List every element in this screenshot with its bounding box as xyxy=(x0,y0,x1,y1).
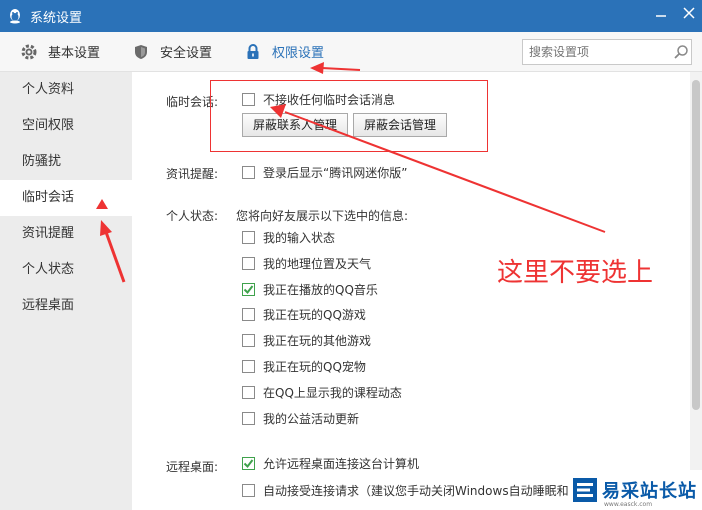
lock-icon xyxy=(247,43,259,59)
checkbox-row[interactable]: 在QQ上显示我的课程动态 xyxy=(242,381,402,403)
checkbox-label: 我的输入状态 xyxy=(263,230,336,245)
tab-permission-settings[interactable]: 权限设置 xyxy=(224,32,336,72)
checkbox-row[interactable]: 我正在玩的其他游戏 xyxy=(242,329,371,351)
checkbox-row[interactable]: 登录后显示“腾讯网迷你版” xyxy=(242,161,407,183)
tab-security-settings[interactable]: 安全设置 xyxy=(112,32,224,72)
gear-icon xyxy=(21,44,37,59)
checkbox-label: 在QQ上显示我的课程动态 xyxy=(263,385,402,400)
checkbox-row[interactable]: 我的公益活动更新 xyxy=(242,407,359,429)
checkbox-row[interactable]: 我正在玩的QQ宠物 xyxy=(242,355,366,377)
search-icon[interactable] xyxy=(673,44,689,60)
vertical-scrollbar[interactable] xyxy=(690,72,702,510)
checkbox[interactable] xyxy=(242,307,255,321)
checkbox-label: 我正在玩的QQ游戏 xyxy=(263,307,366,322)
checkbox-label: 我正在玩的QQ宠物 xyxy=(263,359,366,374)
search-input[interactable] xyxy=(529,45,669,59)
tab-basic-settings[interactable]: 基本设置 xyxy=(0,32,112,72)
window-title: 系统设置 xyxy=(30,10,83,26)
checkbox[interactable] xyxy=(242,230,255,244)
status-description: 您将向好友展示以下选中的信息: xyxy=(236,209,409,223)
search-box[interactable] xyxy=(522,39,692,65)
checkbox[interactable] xyxy=(242,165,255,179)
shield-icon xyxy=(135,44,148,59)
sidebar-item-profile[interactable]: 个人资料 xyxy=(0,72,132,108)
checkbox[interactable] xyxy=(242,256,255,270)
tab-label: 基本设置 xyxy=(48,46,101,61)
checkbox[interactable] xyxy=(242,385,255,399)
close-icon[interactable] xyxy=(682,6,696,20)
checkbox[interactable] xyxy=(242,411,255,425)
site-logo-icon xyxy=(573,478,597,502)
checkbox-row[interactable]: 自动接受连接请求（建议您手动关闭Windows自动睡眠和 xyxy=(242,479,569,501)
checkbox-label: 自动接受连接请求（建议您手动关闭Windows自动睡眠和 xyxy=(263,483,569,498)
settings-toolbar: 基本设置 安全设置 权限设置 xyxy=(0,32,702,72)
checkbox-label: 我的公益活动更新 xyxy=(263,411,360,426)
checkmark-icon xyxy=(243,284,254,294)
watermark: 易采站长站 www.easck.com xyxy=(568,470,702,510)
sidebar-item-remote-desktop[interactable]: 远程桌面 xyxy=(0,288,132,324)
section-label-status: 个人状态: xyxy=(166,209,219,223)
scrollbar-thumb[interactable] xyxy=(692,80,700,410)
annotation-text: 这里不要选上 xyxy=(497,258,654,288)
checkbox-row[interactable]: 我的地理位置及天气 xyxy=(242,252,371,274)
sidebar-item-space-permission[interactable]: 空间权限 xyxy=(0,108,132,144)
checkbox-checked[interactable] xyxy=(242,282,255,296)
checkbox-label: 登录后显示“腾讯网迷你版” xyxy=(263,165,408,180)
sidebar-item-anti-harassment[interactable]: 防骚扰 xyxy=(0,144,132,180)
checkbox-checked[interactable] xyxy=(242,456,255,470)
checkbox-row[interactable]: 我的输入状态 xyxy=(242,226,335,248)
checkbox-label: 我正在播放的QQ音乐 xyxy=(263,282,378,297)
checkbox-label: 我正在玩的其他游戏 xyxy=(263,333,372,348)
checkbox-row[interactable]: 允许远程桌面连接这台计算机 xyxy=(242,452,419,474)
settings-sidebar: 个人资料 空间权限 防骚扰 临时会话 资讯提醒 个人状态 远程桌面 xyxy=(0,72,132,510)
minimize-icon[interactable] xyxy=(654,6,668,20)
sidebar-item-temp-session[interactable]: 临时会话 xyxy=(0,180,132,216)
checkbox-label: 我的地理位置及天气 xyxy=(263,256,372,271)
tab-label: 权限设置 xyxy=(272,46,325,61)
watermark-text: 易采站长站 xyxy=(602,481,697,502)
checkbox-row[interactable]: 我正在玩的QQ游戏 xyxy=(242,303,366,325)
sidebar-item-news-reminder[interactable]: 资讯提醒 xyxy=(0,216,132,252)
checkbox-row[interactable]: 我正在播放的QQ音乐 xyxy=(242,278,378,300)
annotation-highlight-box xyxy=(210,80,488,152)
checkbox-label: 允许远程桌面连接这台计算机 xyxy=(263,456,420,471)
checkbox[interactable] xyxy=(242,333,255,347)
title-bar: 系统设置 xyxy=(0,0,702,32)
qq-penguin-icon xyxy=(10,9,20,24)
checkbox[interactable] xyxy=(242,483,255,497)
section-label-remote: 远程桌面: xyxy=(166,460,219,474)
watermark-subtext: www.easck.com xyxy=(604,501,653,508)
checkmark-icon xyxy=(243,458,254,468)
tab-label: 安全设置 xyxy=(160,46,213,61)
sidebar-item-personal-status[interactable]: 个人状态 xyxy=(0,252,132,288)
section-label-news: 资讯提醒: xyxy=(166,167,219,181)
checkbox[interactable] xyxy=(242,359,255,373)
